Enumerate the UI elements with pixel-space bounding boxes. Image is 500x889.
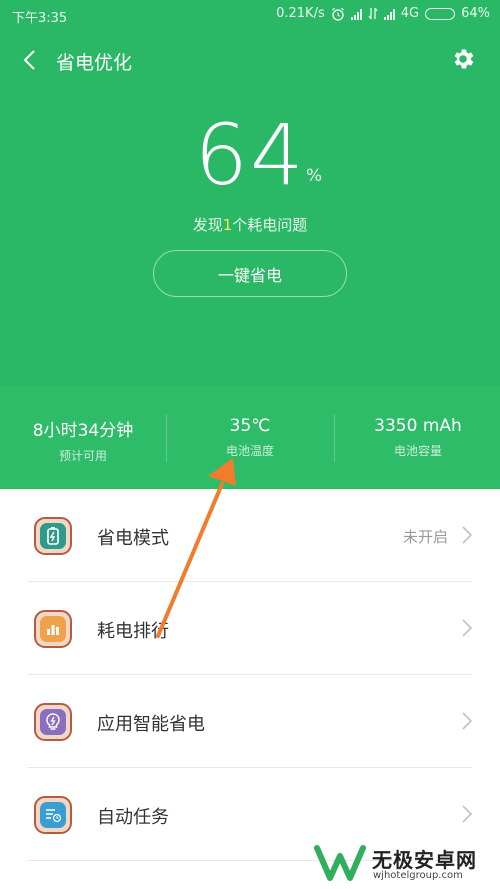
watermark-name: 无极安卓网 <box>372 848 477 872</box>
status-time: 下午3:35 <box>12 11 68 26</box>
menu-item-power-saving-mode[interactable]: 省电模式 未开启 <box>0 489 500 582</box>
stat-battery-temperature: 35℃ 电池温度 <box>167 416 333 459</box>
stat-value: 3350 mAh <box>374 416 462 436</box>
alarm-icon <box>331 7 344 21</box>
stat-remaining-time: 8小时34分钟 预计可用 <box>0 416 166 464</box>
chevron-right-icon <box>462 619 473 637</box>
chevron-right-icon <box>462 526 473 544</box>
battery-level-display: 64 % <box>0 106 500 204</box>
issue-count: 1 <box>222 216 233 234</box>
menu-item-label: 应用智能省电 <box>97 714 205 735</box>
network-type: 4G <box>400 6 420 21</box>
chevron-right-icon <box>462 712 473 730</box>
app-header: 省电优化 <box>0 40 500 80</box>
percent-unit: % <box>306 166 323 186</box>
stat-label: 电池容量 <box>393 444 442 458</box>
watermark-logo-icon <box>314 845 366 881</box>
data-transfer-icon <box>368 7 378 20</box>
issue-prefix: 发现 <box>192 216 223 234</box>
back-button[interactable] <box>16 46 44 74</box>
watermark: 无极安卓网 wjhotelgroup.com <box>310 836 500 889</box>
settings-button[interactable] <box>448 44 478 74</box>
stat-battery-capacity: 3350 mAh 电池容量 <box>335 416 500 459</box>
battery-icon <box>425 7 456 20</box>
status-bar: 下午3:35 0.21K/s 4G 64% <box>0 0 500 30</box>
task-list-icon <box>34 796 72 834</box>
gear-icon <box>454 49 474 69</box>
chevron-left-icon <box>23 50 35 70</box>
bar-chart-icon <box>34 610 72 648</box>
menu-item-label: 省电模式 <box>97 528 169 549</box>
issue-suffix: 个耗电问题 <box>232 216 308 234</box>
chevron-right-icon <box>462 805 473 823</box>
signal-icon <box>350 8 362 20</box>
stat-value: 8小时34分钟 <box>32 421 134 441</box>
signal-icon-2 <box>383 8 395 20</box>
network-speed: 0.21K/s <box>276 6 325 21</box>
one-key-save-button[interactable]: 一键省电 <box>153 250 347 297</box>
stat-label: 预计可用 <box>58 449 107 463</box>
battery-percent-large: 64 <box>194 106 306 204</box>
issue-summary: 发现1个耗电问题 <box>0 214 500 235</box>
page-title: 省电优化 <box>56 52 133 74</box>
stat-label: 电池温度 <box>225 444 274 458</box>
watermark-url: wjhotelgroup.com <box>373 870 463 881</box>
menu-item-value: 未开启 <box>402 528 448 546</box>
menu-item-label: 自动任务 <box>97 807 169 828</box>
lightbulb-icon <box>34 703 72 741</box>
stat-value: 35℃ <box>229 416 271 436</box>
battery-icon <box>34 517 72 555</box>
menu-item-smart-app-saving[interactable]: 应用智能省电 <box>0 675 500 768</box>
menu-item-label: 耗电排行 <box>97 621 169 642</box>
battery-percent: 64% <box>461 6 490 21</box>
menu-item-power-ranking[interactable]: 耗电排行 <box>0 582 500 675</box>
